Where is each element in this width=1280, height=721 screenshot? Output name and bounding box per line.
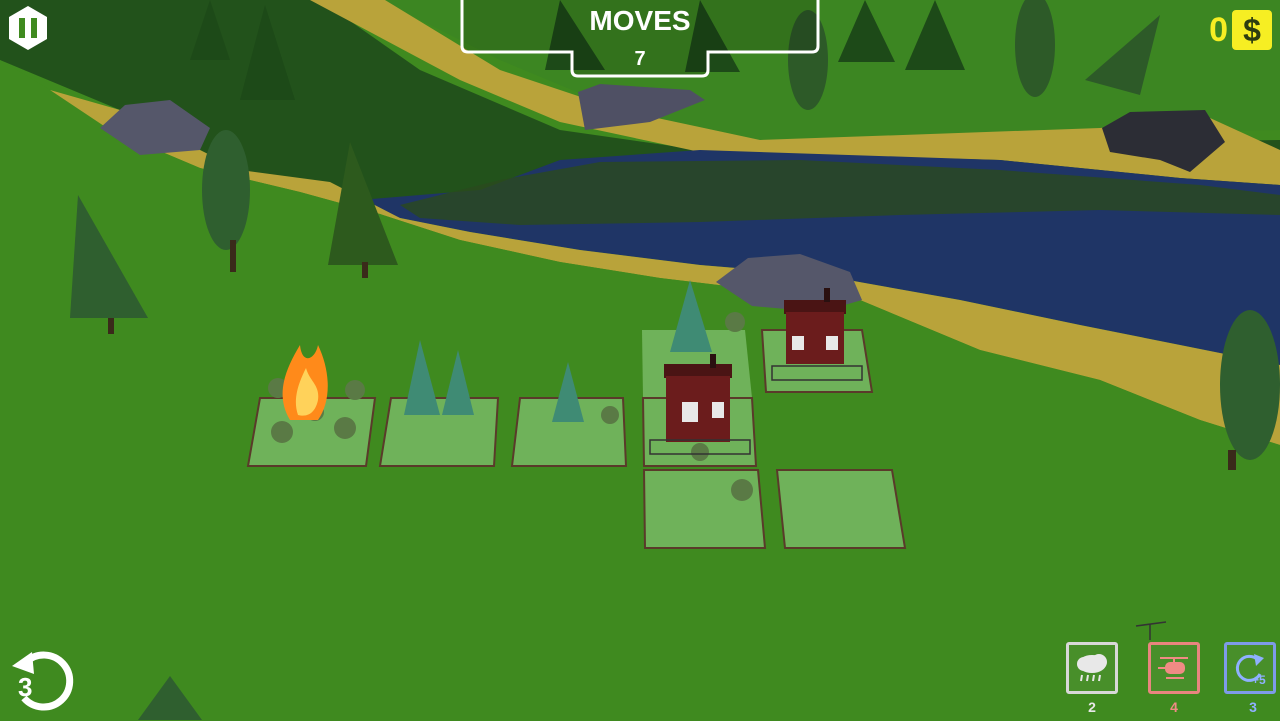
game-scene — [0, 0, 1280, 720]
pause-icon — [9, 6, 47, 50]
tile — [378, 397, 500, 467]
rotate-badge: +5 — [1252, 673, 1266, 687]
moves-counter: 7 — [634, 48, 646, 70]
undo-count: 3 — [18, 672, 33, 702]
moves-label: MOVES — [589, 5, 691, 36]
dollar-icon: $ — [1232, 10, 1272, 50]
money-display: 0 $ — [1209, 10, 1272, 50]
rotate-tool-button[interactable]: +5 — [1224, 642, 1276, 694]
helicopter-icon — [1158, 657, 1188, 679]
rain-cloud-icon — [1077, 654, 1107, 682]
pause-button[interactable] — [4, 4, 52, 52]
tile — [775, 469, 907, 549]
helicopter-tool-button[interactable] — [1148, 642, 1200, 694]
rain-tool-button[interactable] — [1066, 642, 1118, 694]
rain-tool-count: 2 — [1088, 699, 1096, 715]
rotate-tool-count: 3 — [1249, 699, 1257, 715]
moves-panel: MOVES 7 — [460, 0, 820, 78]
money-value: 0 — [1209, 10, 1228, 49]
rotate-plus5-icon: +5 — [1235, 654, 1266, 687]
helicopter-tool-count: 4 — [1170, 699, 1178, 715]
undo-button[interactable]: 3 — [6, 644, 80, 716]
